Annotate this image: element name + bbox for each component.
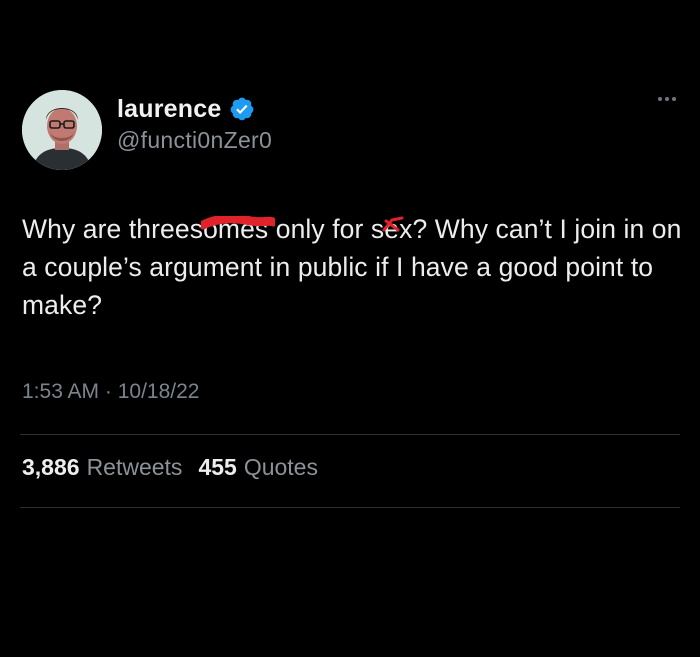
retweets-count: 3,886 (22, 454, 80, 480)
divider (20, 434, 680, 435)
redacted-word-1: omes (201, 210, 276, 248)
retweets-label: Retweets (86, 454, 183, 480)
redacted-text-2: e (384, 214, 400, 244)
divider (20, 507, 680, 508)
tweet-text-part2: only for s (268, 214, 385, 244)
quotes-stat[interactable]: 455 Quotes (198, 454, 318, 481)
retweets-stat[interactable]: 3,886 Retweets (22, 454, 182, 481)
quotes-count: 455 (198, 454, 237, 480)
quotes-label: Quotes (243, 454, 318, 480)
tweet-text-part1: Why are threes (22, 214, 204, 244)
redacted-word-2: e (382, 210, 404, 248)
display-name[interactable]: laurence (117, 95, 221, 124)
redacted-text-1: omes (203, 214, 269, 244)
more-options-icon[interactable] (658, 97, 676, 101)
profile-photo-icon (22, 90, 102, 170)
tweet-card: laurence @functi0nZer0 Why are threesome… (0, 0, 700, 657)
dot (672, 97, 676, 101)
tweet-text: Why are threesomes only for se x? Why can… (22, 210, 682, 324)
user-info: laurence @functi0nZer0 (117, 92, 272, 154)
tweet-stats: 3,886 Retweets 455 Quotes (22, 454, 318, 481)
user-handle[interactable]: @functi0nZer0 (117, 127, 272, 154)
avatar[interactable] (22, 90, 102, 170)
verified-badge-icon (231, 97, 254, 121)
dot (665, 97, 669, 101)
timestamp[interactable]: 1:53 AM · 10/18/22 (22, 380, 199, 404)
name-row: laurence (117, 92, 272, 126)
dot (658, 97, 662, 101)
